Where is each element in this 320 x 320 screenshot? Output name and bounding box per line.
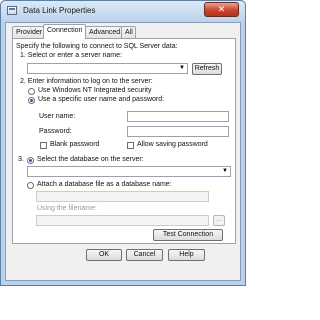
ok-button[interactable]: OK bbox=[86, 249, 122, 261]
password-label: Password: bbox=[39, 128, 72, 135]
close-button[interactable]: ✕ bbox=[204, 2, 239, 17]
title-bar[interactable]: Data Link Properties ✕ bbox=[1, 1, 245, 21]
server-name-combo[interactable]: ▼ bbox=[27, 63, 188, 74]
filename-input[interactable] bbox=[36, 215, 209, 226]
browse-button[interactable]: ... bbox=[213, 215, 225, 226]
step3-prefix: 3. bbox=[18, 156, 24, 163]
step1-label: 1. Select or enter a server name: bbox=[20, 52, 122, 59]
nt-security-radio[interactable] bbox=[28, 88, 35, 95]
nt-security-label: Use Windows NT Integrated security bbox=[38, 87, 152, 94]
dropdown-arrow-icon[interactable]: ▼ bbox=[221, 168, 229, 175]
select-database-radio[interactable] bbox=[27, 157, 34, 164]
blank-password-checkbox[interactable] bbox=[40, 142, 47, 149]
tab-advanced[interactable]: Advanced bbox=[85, 26, 122, 38]
data-link-properties-window: Data Link Properties ✕ Provider Connecti… bbox=[0, 0, 246, 286]
test-connection-button[interactable]: Test Connection bbox=[153, 229, 223, 241]
intro-text: Specify the following to connect to SQL … bbox=[16, 43, 178, 50]
allow-saving-label: Allow saving password bbox=[137, 141, 208, 148]
attach-database-label: Attach a database file as a database nam… bbox=[37, 181, 172, 188]
blank-password-label: Blank password bbox=[50, 141, 100, 148]
tab-connection[interactable]: Connection bbox=[43, 24, 86, 39]
step2-label: 2. Enter information to log on to the se… bbox=[20, 78, 153, 85]
specific-user-label: Use a specific user name and password: bbox=[38, 96, 165, 103]
help-button[interactable]: Help bbox=[168, 249, 205, 261]
specific-user-radio[interactable] bbox=[28, 97, 35, 104]
refresh-button[interactable]: Refresh bbox=[192, 63, 222, 75]
database-combo[interactable]: ▼ bbox=[27, 166, 231, 177]
using-filename-label: Using the filename: bbox=[37, 205, 97, 212]
select-database-label: Select the database on the server: bbox=[37, 156, 144, 163]
username-label: User name: bbox=[39, 113, 76, 120]
allow-saving-checkbox[interactable] bbox=[127, 142, 134, 149]
window-title: Data Link Properties bbox=[23, 6, 96, 15]
dialog-client: Provider Connection Advanced All Specify… bbox=[5, 22, 241, 281]
password-input[interactable] bbox=[127, 126, 229, 137]
cancel-button[interactable]: Cancel bbox=[126, 249, 163, 261]
dropdown-arrow-icon[interactable]: ▼ bbox=[178, 65, 186, 72]
username-input[interactable] bbox=[127, 111, 229, 122]
window-icon bbox=[7, 6, 17, 15]
attach-database-input[interactable] bbox=[36, 191, 209, 202]
connection-panel: Specify the following to connect to SQL … bbox=[12, 38, 236, 244]
tab-provider[interactable]: Provider bbox=[12, 26, 44, 38]
attach-database-radio[interactable] bbox=[27, 182, 34, 189]
tab-all[interactable]: All bbox=[121, 26, 136, 38]
